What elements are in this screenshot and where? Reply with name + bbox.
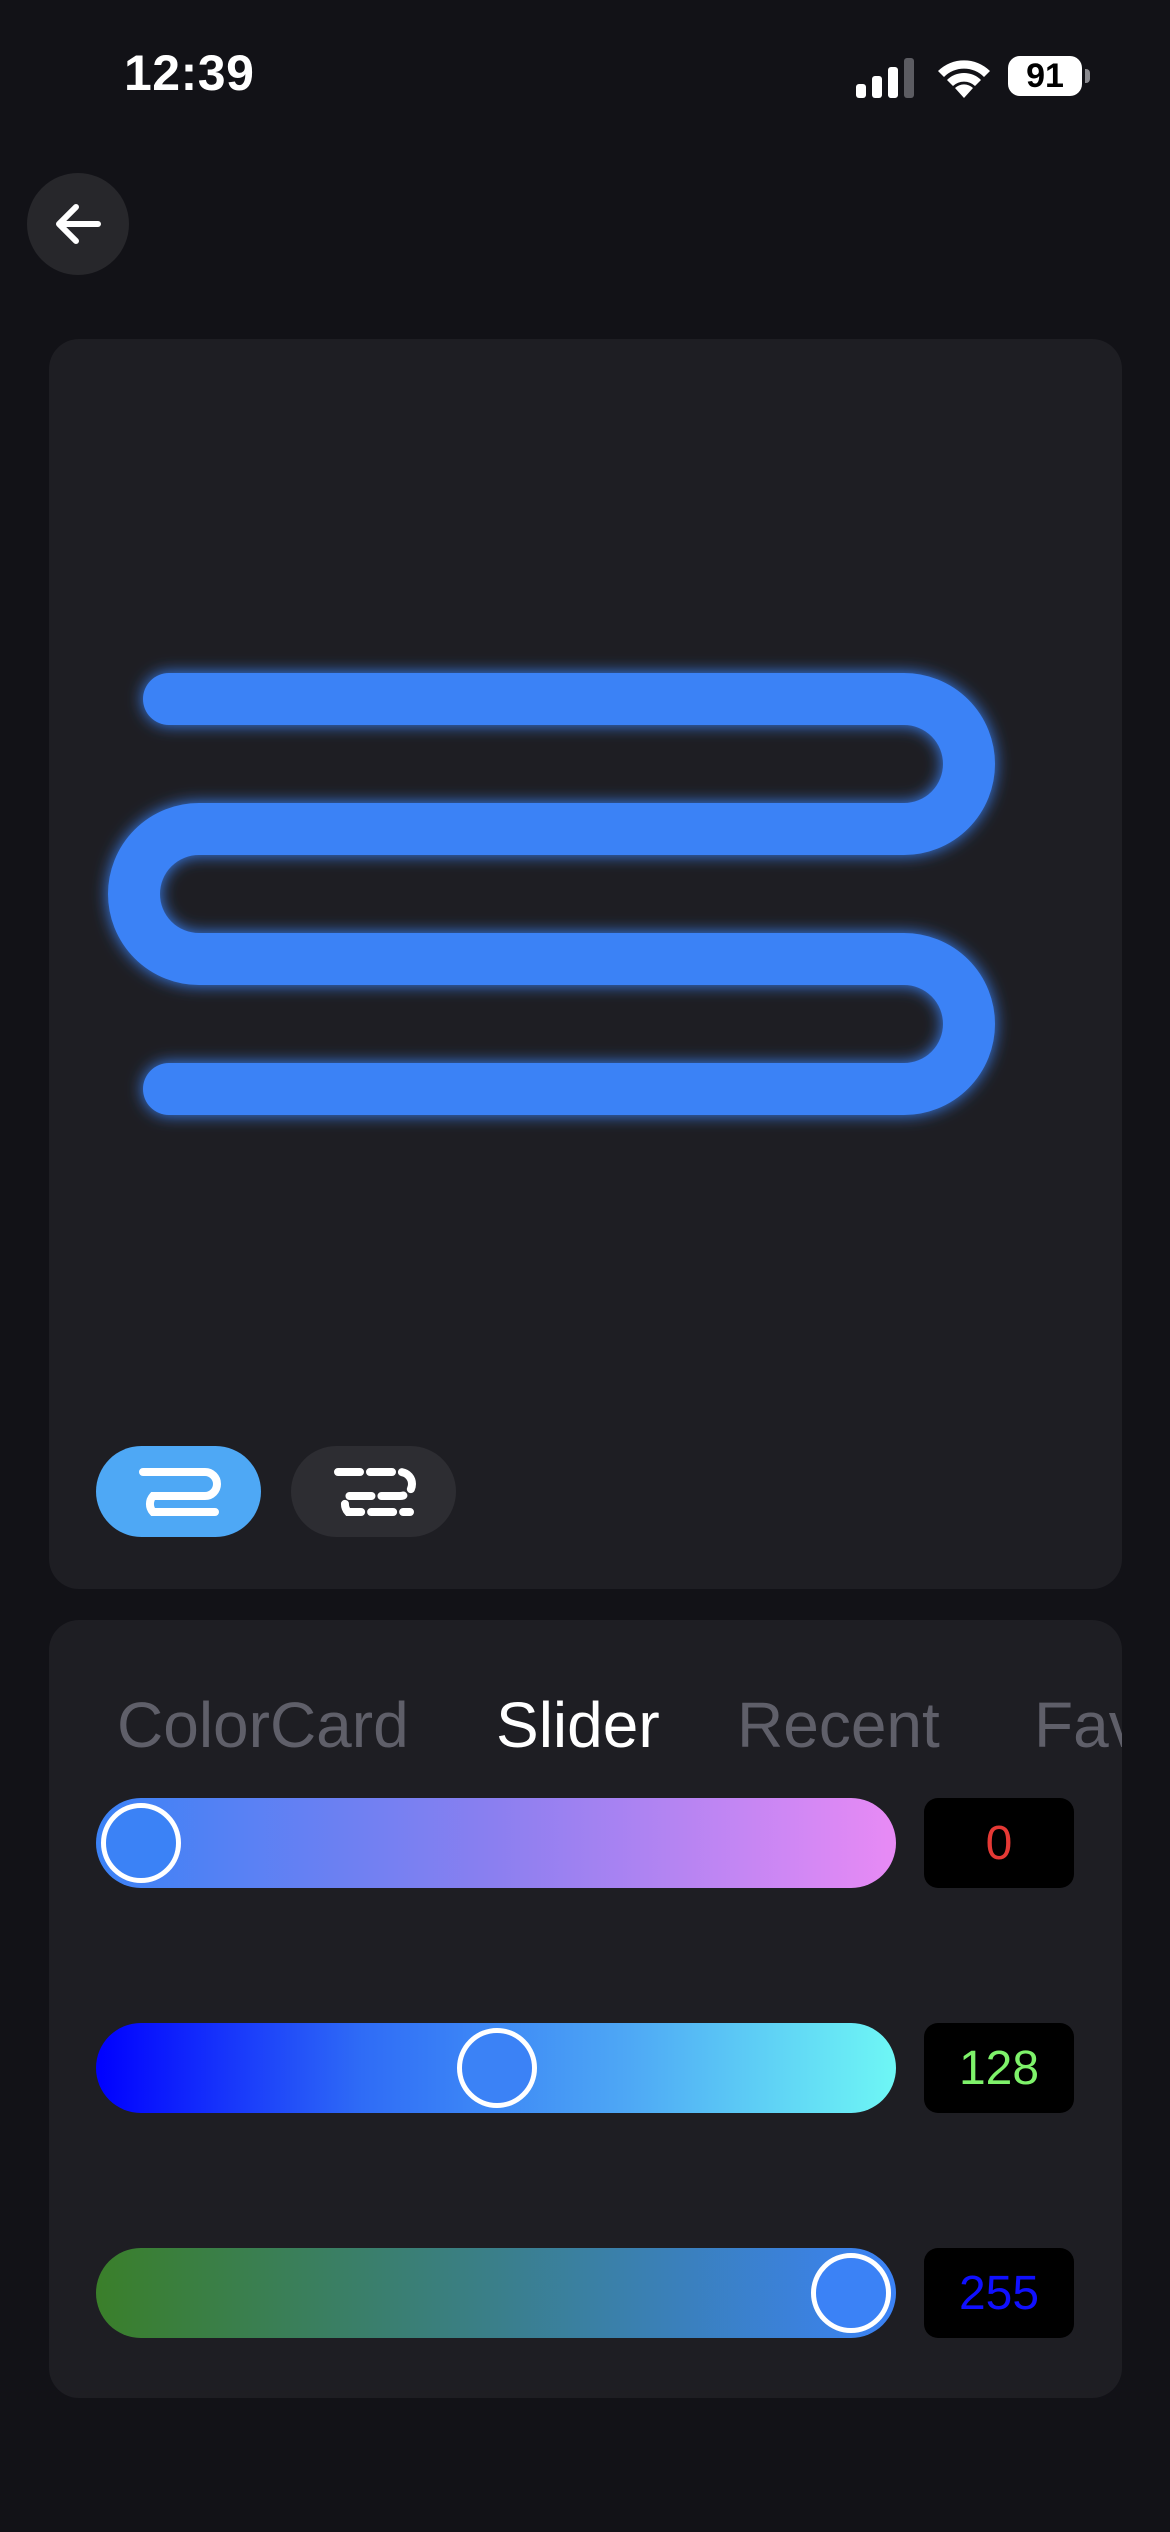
tab-slider[interactable]: Slider <box>496 1680 660 1770</box>
red-slider-track[interactable] <box>96 1798 896 1888</box>
wifi-icon <box>938 60 990 98</box>
tab-colorcard[interactable]: ColorCard <box>117 1680 409 1770</box>
battery-level: 91 <box>1008 56 1082 96</box>
color-controls-card: ColorCard Slider Recent Favorites 0 128 … <box>49 1620 1122 2398</box>
tab-recent[interactable]: Recent <box>737 1680 940 1770</box>
cellular-signal-icon <box>856 58 914 98</box>
green-slider-track[interactable] <box>96 2023 896 2113</box>
red-slider-thumb[interactable] <box>101 1803 181 1883</box>
red-value-field[interactable]: 0 <box>924 1798 1074 1888</box>
blue-value-field[interactable]: 255 <box>924 2248 1074 2338</box>
solid-line-pattern-icon <box>138 1467 221 1516</box>
green-value-field[interactable]: 128 <box>924 2023 1074 2113</box>
green-slider-thumb[interactable] <box>457 2028 538 2108</box>
dashed-line-pattern-icon <box>333 1467 416 1516</box>
tab-favorites[interactable]: Favorites <box>1034 1680 1122 1770</box>
back-button[interactable] <box>27 173 129 275</box>
blue-slider-thumb[interactable] <box>811 2253 891 2333</box>
arrow-left-icon <box>56 204 101 244</box>
status-time: 12:39 <box>124 45 255 101</box>
tab-bar: ColorCard Slider Recent Favorites <box>49 1680 1122 1770</box>
solid-pattern-button[interactable] <box>96 1446 261 1537</box>
battery-icon: 91 <box>1008 56 1090 100</box>
neon-line-preview <box>108 673 995 1115</box>
preview-card <box>49 339 1122 1589</box>
dashed-pattern-button[interactable] <box>291 1446 456 1537</box>
blue-slider-track[interactable] <box>96 2248 896 2338</box>
